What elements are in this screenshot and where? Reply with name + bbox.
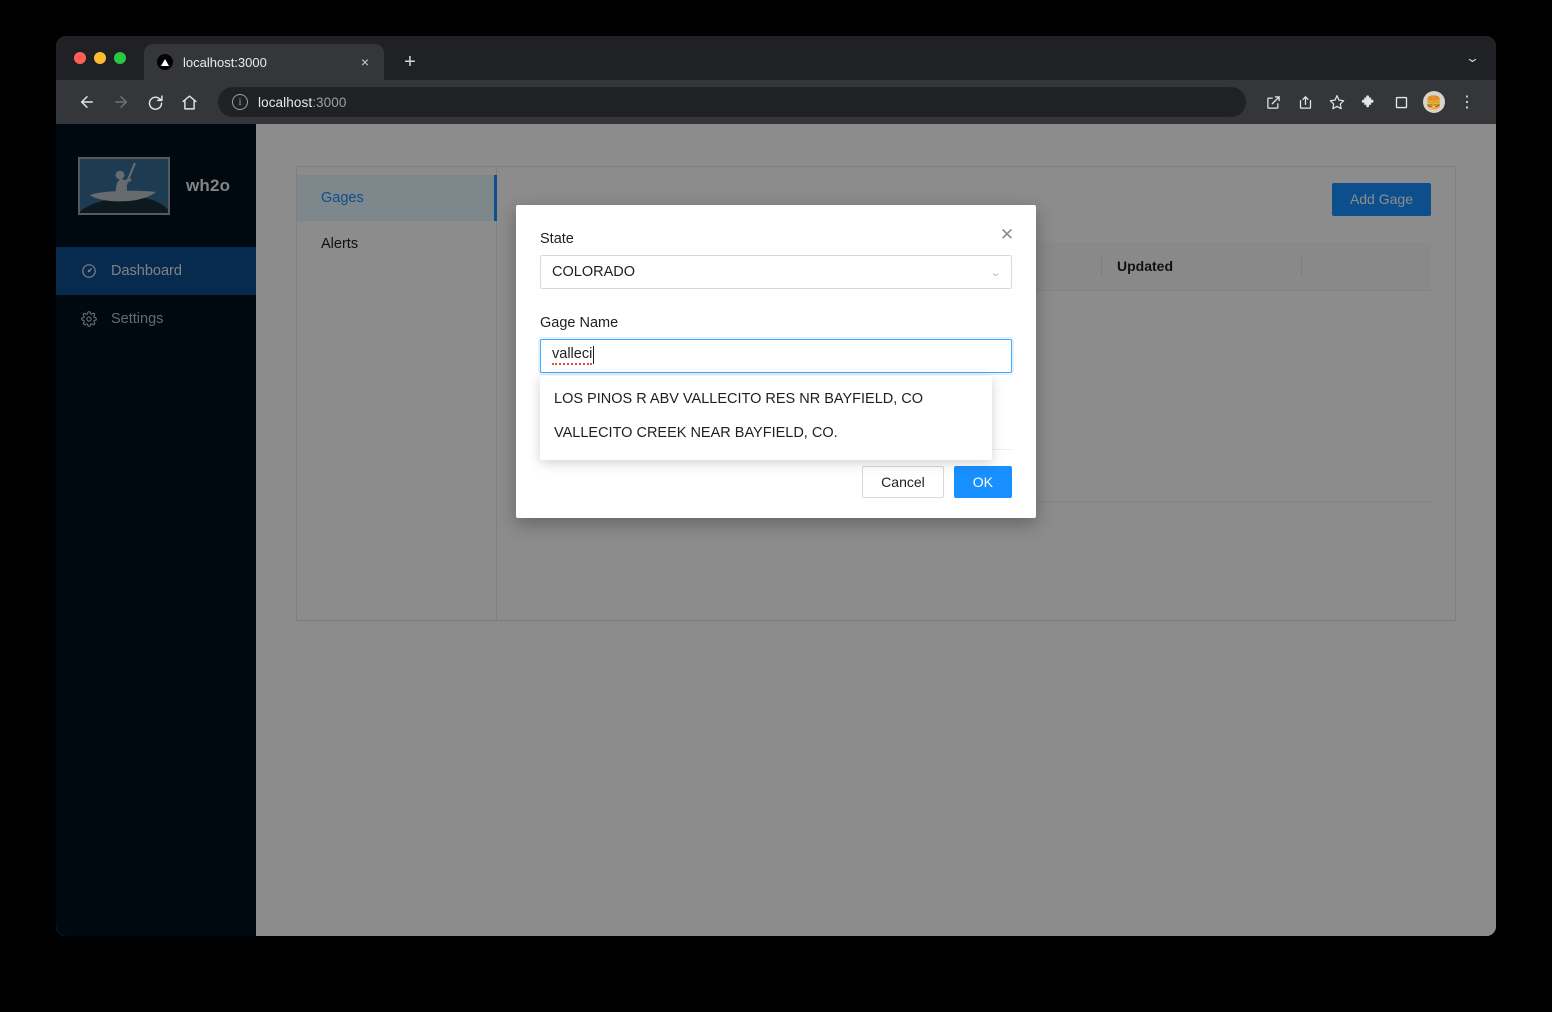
- new-tab-button[interactable]: +: [396, 48, 424, 76]
- state-select[interactable]: COLORADO ⌄: [540, 255, 1012, 289]
- autocomplete-dropdown: LOS PINOS R ABV VALLECITO RES NR BAYFIEL…: [540, 376, 992, 460]
- home-button[interactable]: [174, 87, 204, 117]
- add-gage-modal: ✕ State COLORADO ⌄ Gage Name valleci LOS…: [516, 205, 1036, 519]
- url-host: localhost: [258, 94, 313, 110]
- browser-toolbar: i localhost:3000 🍔 ⋮: [56, 80, 1496, 124]
- cancel-button[interactable]: Cancel: [862, 466, 944, 499]
- share-icon[interactable]: [1258, 87, 1288, 117]
- address-bar[interactable]: i localhost:3000: [218, 87, 1246, 117]
- ok-button[interactable]: OK: [953, 466, 1012, 499]
- window-traffic-lights: [70, 36, 134, 80]
- tab-strip-right: ⌄: [1465, 36, 1496, 80]
- puzzle-icon[interactable]: [1354, 87, 1384, 117]
- close-window-button[interactable]: [74, 52, 86, 64]
- site-info-icon[interactable]: i: [232, 94, 248, 110]
- gage-name-input[interactable]: [540, 339, 1012, 373]
- install-icon[interactable]: [1290, 87, 1320, 117]
- avatar[interactable]: 🍔: [1423, 91, 1445, 113]
- address-bar-url: localhost:3000: [258, 95, 346, 110]
- browser-tab[interactable]: localhost:3000 ×: [144, 44, 384, 80]
- close-icon[interactable]: ×: [356, 53, 374, 71]
- browser-menu-button[interactable]: ⋮: [1452, 87, 1482, 117]
- page-viewport: wh2o Dashboard Settings Gages Alerts Add…: [56, 124, 1496, 936]
- chevron-down-icon[interactable]: ⌄: [1465, 50, 1480, 66]
- close-icon[interactable]: ✕: [996, 223, 1018, 245]
- browser-tab-title: localhost:3000: [183, 54, 267, 70]
- state-select-value: COLORADO: [552, 264, 635, 280]
- browser-window: localhost:3000 × + ⌄ i localhost:3000 🍔 …: [56, 36, 1496, 936]
- star-icon[interactable]: [1322, 87, 1352, 117]
- side-panel-icon[interactable]: [1386, 87, 1416, 117]
- browser-tab-strip: localhost:3000 × + ⌄: [56, 36, 1496, 80]
- forward-button[interactable]: [106, 87, 136, 117]
- autocomplete-option[interactable]: LOS PINOS R ABV VALLECITO RES NR BAYFIEL…: [540, 382, 992, 416]
- nextjs-triangle-icon: [157, 54, 173, 70]
- state-field-label: State: [540, 231, 574, 247]
- gage-name-autocomplete: valleci LOS PINOS R ABV VALLECITO RES NR…: [540, 339, 1012, 460]
- toolbar-actions: 🍔 ⋮: [1258, 87, 1482, 117]
- minimize-window-button[interactable]: [94, 52, 106, 64]
- gage-name-field-label: Gage Name: [540, 315, 619, 331]
- back-button[interactable]: [72, 87, 102, 117]
- chevron-down-icon: ⌄: [989, 266, 1002, 279]
- reload-button[interactable]: [140, 87, 170, 117]
- maximize-window-button[interactable]: [114, 52, 126, 64]
- url-port: :3000: [312, 94, 347, 110]
- autocomplete-option[interactable]: VALLECITO CREEK NEAR BAYFIELD, CO.: [540, 416, 992, 450]
